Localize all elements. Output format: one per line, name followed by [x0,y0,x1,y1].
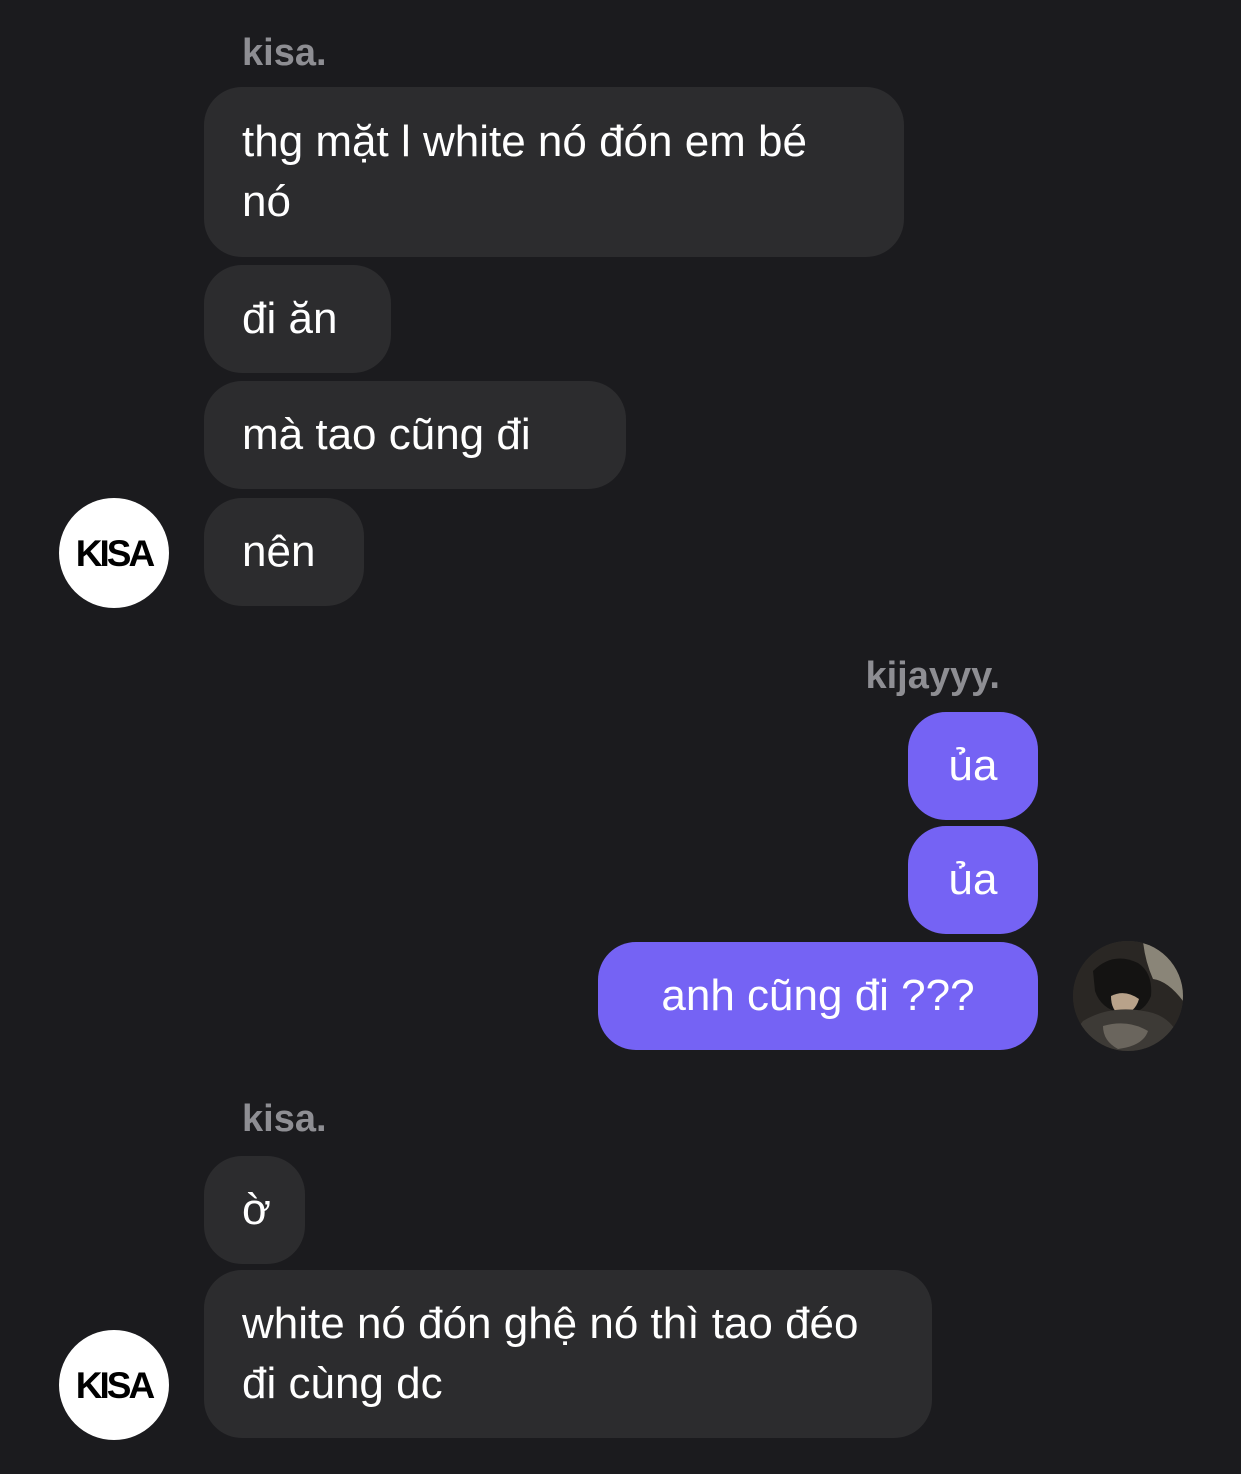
kisa-logo-text: KISA [76,1365,155,1406]
message-bubble-outgoing[interactable]: ủa [908,826,1038,934]
message-text: white nó đón ghệ nó thì tao đéo đi cùng … [242,1299,859,1408]
avatar-kijayyy[interactable] [1073,941,1183,1051]
message-bubble-outgoing[interactable]: anh cũng đi ??? [598,942,1038,1050]
message-text: ủa [948,855,998,904]
message-text: mà tao cũng đi [242,410,531,459]
avatar-kisa[interactable]: KISA [59,498,169,608]
sender-name-kisa[interactable]: kisa. [242,34,327,72]
avatar-kisa[interactable]: KISA [59,1330,169,1440]
message-bubble-outgoing[interactable]: ủa [908,712,1038,820]
message-bubble-incoming[interactable]: mà tao cũng đi [204,381,626,489]
message-text: nên [242,527,316,576]
message-text: thg mặt l white nó đón em bé nó [242,117,807,226]
message-text: ờ [242,1185,271,1234]
sender-name-kisa[interactable]: kisa. [242,1100,327,1138]
sender-name-kijayyy[interactable]: kijayyy. [865,657,1000,695]
kisa-logo-icon: KISA [76,533,158,574]
profile-photo-icon [1073,941,1183,1051]
message-bubble-incoming[interactable]: white nó đón ghệ nó thì tao đéo đi cùng … [204,1270,932,1438]
kisa-logo-text: KISA [76,533,155,574]
message-text: anh cũng đi ??? [661,971,975,1020]
message-bubble-incoming[interactable]: ờ [204,1156,305,1264]
message-text: đi ăn [242,294,338,343]
message-bubble-incoming[interactable]: nên [204,498,364,606]
kisa-logo-icon: KISA [76,1365,158,1406]
message-bubble-incoming[interactable]: đi ăn [204,265,391,373]
message-bubble-incoming[interactable]: thg mặt l white nó đón em bé nó [204,87,904,257]
message-text: ủa [948,741,998,790]
